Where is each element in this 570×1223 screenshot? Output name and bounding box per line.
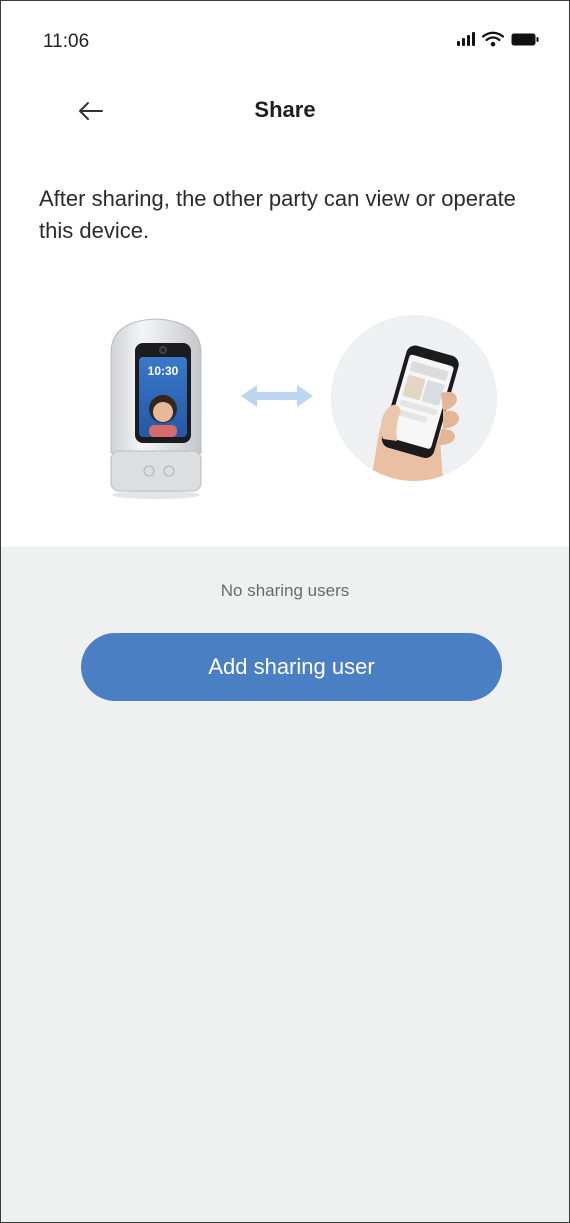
status-icons	[457, 31, 539, 47]
share-illustration: 10:30	[1, 291, 569, 547]
hand-phone-graphic	[331, 315, 497, 481]
device-screen-time: 10:30	[148, 364, 179, 378]
smart-device-image: 10:30	[110, 318, 202, 499]
phone-screen: 11:06 Share After sharing, the other par…	[0, 0, 570, 1223]
status-bar: 11:06	[1, 1, 569, 81]
hand-phone-image	[331, 315, 497, 481]
add-sharing-user-button[interactable]: Add sharing user	[81, 633, 502, 701]
share-description: After sharing, the other party can view …	[39, 186, 516, 243]
page-title: Share	[254, 97, 316, 122]
sharing-users-area: No sharing users Add sharing user	[1, 547, 569, 1222]
signal-icon	[457, 32, 475, 46]
status-time: 11:06	[43, 31, 90, 52]
header: Share	[1, 81, 569, 139]
wifi-icon	[482, 31, 504, 47]
battery-icon	[511, 33, 539, 45]
empty-state-text: No sharing users	[220, 581, 350, 600]
double-arrow-icon	[241, 385, 313, 407]
